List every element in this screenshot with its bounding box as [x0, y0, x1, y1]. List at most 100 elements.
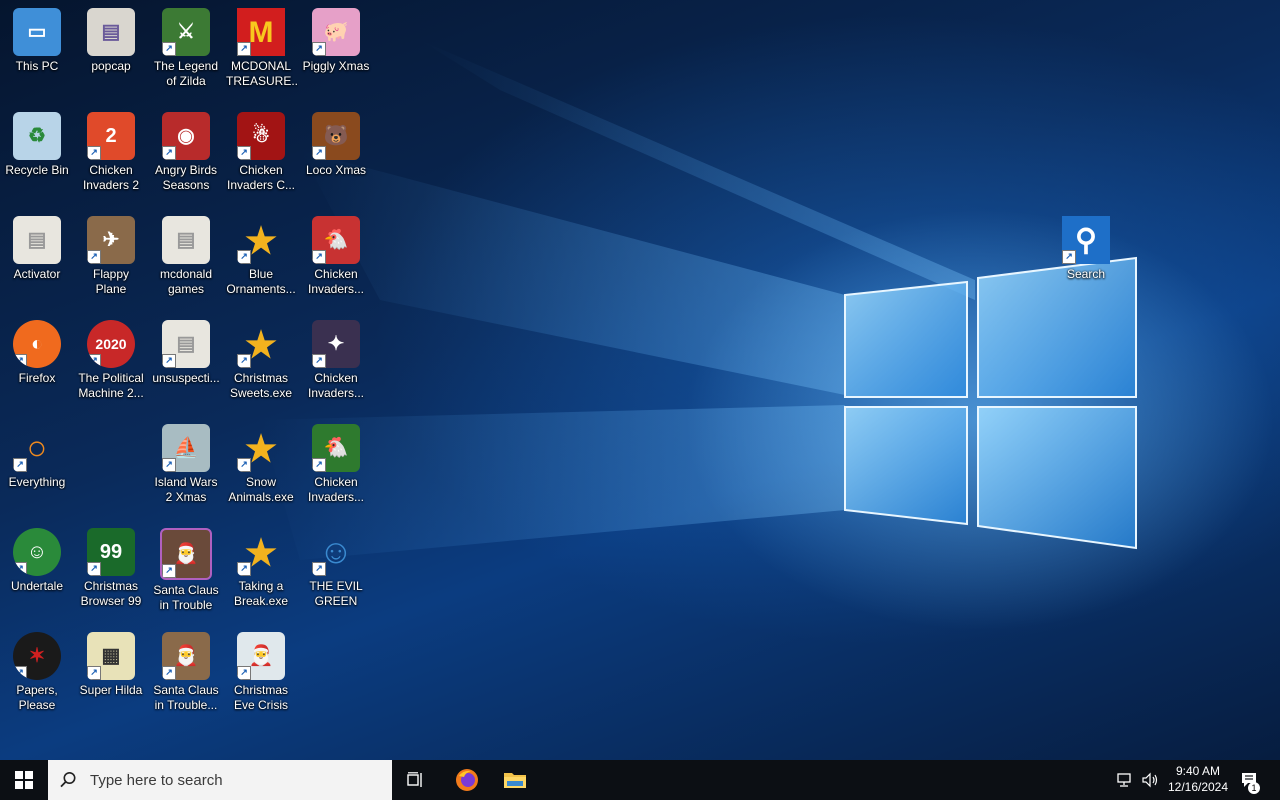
desktop-icon-mcdonald-games[interactable]: ▤ mcdonald games — [149, 212, 223, 312]
system-clock[interactable]: 9:40 AM 12/16/2024 — [1160, 763, 1236, 795]
shortcut-arrow-icon: ↗ — [312, 250, 326, 264]
icon-label: Chicken Invaders... — [307, 371, 365, 400]
flappy-plane-icon: ✈ ↗ — [87, 216, 135, 264]
icon-label: Santa Claus in Trouble... — [153, 683, 219, 712]
desktop-icon-activator[interactable]: ▤ Activator — [0, 212, 74, 312]
shortcut-arrow-icon: ↗ — [13, 354, 27, 368]
desktop-icon-chicken-invaders-b[interactable]: ✦ ↗ Chicken Invaders... — [299, 316, 373, 416]
taskbar-search-input[interactable] — [88, 770, 372, 790]
shortcut-arrow-icon: ↗ — [87, 146, 101, 160]
icon-label: Recycle Bin — [5, 163, 69, 177]
shortcut-arrow-icon: ↗ — [162, 666, 176, 680]
desktop-icon-chicken-invaders-c2[interactable]: 🐔 ↗ Chicken Invaders... — [299, 420, 373, 520]
taskbar: 9:40 AM 12/16/2024 1 — [0, 760, 1280, 800]
icon-label: Everything — [8, 475, 66, 489]
papers-please-icon: ✶ ↗ — [13, 632, 61, 680]
taskbar-firefox-button[interactable] — [443, 760, 491, 800]
desktop-icon-recycle-bin[interactable]: ♻ Recycle Bin — [0, 108, 74, 208]
icon-label: Christmas Eve Crisis — [233, 683, 288, 712]
star-app-icon: ★ ↗ — [237, 320, 285, 368]
desktop-icon-mcdonal-treasure[interactable]: M ↗ MCDONAL TREASURE... — [224, 4, 298, 104]
recycle-bin-icon: ♻ — [13, 112, 61, 160]
icon-label: Flappy Plane — [92, 267, 130, 296]
desktop-icon-angry-birds-seasons[interactable]: ◉ ↗ Angry Birds Seasons — [149, 108, 223, 208]
shortcut-arrow-icon: ↗ — [13, 666, 27, 680]
icon-label: MCDONAL TREASURE... — [226, 59, 298, 88]
mcdonalds-icon: M ↗ — [237, 8, 285, 56]
network-status-button[interactable] — [1114, 760, 1138, 800]
icon-label: Taking a Break.exe — [233, 579, 289, 608]
shortcut-arrow-icon: ↗ — [237, 146, 251, 160]
desktop-icon-chicken-invaders-a[interactable]: 🐔 ↗ Chicken Invaders... — [299, 212, 373, 312]
desktop-icon-blue-ornaments[interactable]: ★ ↗ Blue Ornaments... — [224, 212, 298, 312]
notification-count-badge: 1 — [1248, 782, 1260, 794]
messenger-icon: ☺ ↗ — [312, 528, 360, 576]
task-view-button[interactable] — [392, 760, 440, 800]
desktop-icon-papers-please[interactable]: ✶ ↗ Papers, Please — [0, 628, 74, 728]
desktop-icon-chicken-invaders-c[interactable]: ☃ ↗ Chicken Invaders C... — [224, 108, 298, 208]
folder-icon: ▤ — [13, 216, 61, 264]
icon-label: THE EVIL GREEN ME... — [309, 579, 363, 608]
volume-button[interactable] — [1138, 760, 1162, 800]
desktop-icon-taking-a-break[interactable]: ★ ↗ Taking a Break.exe — [224, 524, 298, 624]
icon-label: The Legend of Zilda — [153, 59, 219, 88]
desktop-icon-political-machine[interactable]: 2020 ↗ The Political Machine 2... — [74, 316, 148, 416]
start-button[interactable] — [0, 760, 48, 800]
desktop-icon-unsuspecti[interactable]: ▤ ↗ unsuspecti... — [149, 316, 223, 416]
desktop-icon-island-wars-2-xmas[interactable]: ⛵ ↗ Island Wars 2 Xmas — [149, 420, 223, 520]
chicken-invaders-christmas-icon: ☃ ↗ — [237, 112, 285, 160]
firefox-icon — [456, 769, 478, 791]
star-app-icon: ★ ↗ — [237, 424, 285, 472]
desktop-icon-christmas-sweets[interactable]: ★ ↗ Christmas Sweets.exe — [224, 316, 298, 416]
desktop-icon-santa-claus-in-trouble[interactable]: 🎅 ↗ Santa Claus in Trouble — [149, 524, 223, 624]
icon-label: Chicken Invaders... — [307, 475, 365, 504]
shortcut-arrow-icon: ↗ — [312, 42, 326, 56]
desktop-icon-loco-xmas[interactable]: 🐻 ↗ Loco Xmas — [299, 108, 373, 208]
icon-label: popcap — [91, 59, 131, 73]
desktop-icon-evil-green-messenger[interactable]: ☺↗ THE EVIL GREEN ME... — [299, 524, 373, 624]
santa-claus-icon: 🎅 ↗ — [162, 632, 210, 680]
political-machine-icon: 2020 ↗ — [87, 320, 135, 368]
file-icon: ▤ ↗ — [162, 320, 210, 368]
desktop-icon-popcap[interactable]: ▤ popcap — [74, 4, 148, 104]
icon-label: Christmas Browser 99 — [80, 579, 142, 608]
shortcut-arrow-icon: ↗ — [312, 354, 326, 368]
island-wars-icon: ⛵ ↗ — [162, 424, 210, 472]
shortcut-arrow-icon: ↗ — [312, 458, 326, 472]
clock-time: 9:40 AM — [1175, 764, 1221, 778]
desktop-icon-search[interactable]: ⚲ ↗ Search — [1049, 212, 1123, 312]
shortcut-arrow-icon: ↗ — [87, 666, 101, 680]
icon-label: Firefox — [18, 371, 56, 385]
star-app-icon: ★ ↗ — [237, 528, 285, 576]
desktop-icon-super-hilda[interactable]: ▦ ↗ Super Hilda — [74, 628, 148, 728]
desktop-icon-snow-animals[interactable]: ★ ↗ Snow Animals.exe — [224, 420, 298, 520]
chicken-icon: ✦ ↗ — [312, 320, 360, 368]
desktop-icon-chicken-invaders-2[interactable]: 2 ↗ Chicken Invaders 2 — [74, 108, 148, 208]
shortcut-arrow-icon: ↗ — [237, 354, 251, 368]
computer-icon: ▭ — [13, 8, 61, 56]
angry-birds-icon: ◉ ↗ — [162, 112, 210, 160]
search-icon: ⚲ ↗ — [1062, 216, 1110, 264]
desktop-icon-this-pc[interactable]: ▭ This PC — [0, 4, 74, 104]
icon-label: This PC — [15, 59, 59, 73]
icon-label: Papers, Please — [16, 683, 58, 712]
desktop-icon-piggly-xmas[interactable]: 🐖 ↗ Piggly Xmas — [299, 4, 373, 104]
taskbar-search-box[interactable] — [48, 760, 392, 800]
desktop-icon-santa-claus-in-trouble-2[interactable]: 🎅 ↗ Santa Claus in Trouble... — [149, 628, 223, 728]
desktop[interactable]: ▭ This PC ♻ Recycle Bin ▤ Activator ◐ ↗ F… — [0, 0, 1280, 760]
desktop-icon-christmas-eve-crisis[interactable]: 🎅 ↗ Christmas Eve Crisis — [224, 628, 298, 728]
desktop-icon-everything[interactable]: ○ ↗ Everything — [0, 420, 74, 520]
shortcut-arrow-icon: ↗ — [312, 562, 326, 576]
taskbar-file-explorer-button[interactable] — [491, 760, 539, 800]
shortcut-arrow-icon: ↗ — [162, 146, 176, 160]
desktop-icon-undertale[interactable]: ☺ ↗ Undertale — [0, 524, 74, 624]
desktop-icon-christmas-browser-99[interactable]: 99 ↗ Christmas Browser 99 — [74, 524, 148, 624]
desktop-icon-firefox[interactable]: ◐ ↗ Firefox — [0, 316, 74, 416]
shortcut-arrow-icon: ↗ — [237, 562, 251, 576]
action-center-button[interactable]: 1 — [1234, 760, 1264, 800]
icon-label: mcdonald games — [159, 267, 213, 296]
desktop-icon-flappy-plane[interactable]: ✈ ↗ Flappy Plane — [74, 212, 148, 312]
shortcut-arrow-icon: ↗ — [162, 354, 176, 368]
desktop-icon-legend-of-zilda[interactable]: ⚔ ↗ The Legend of Zilda — [149, 4, 223, 104]
firefox-icon: ◐ ↗ — [13, 320, 61, 368]
